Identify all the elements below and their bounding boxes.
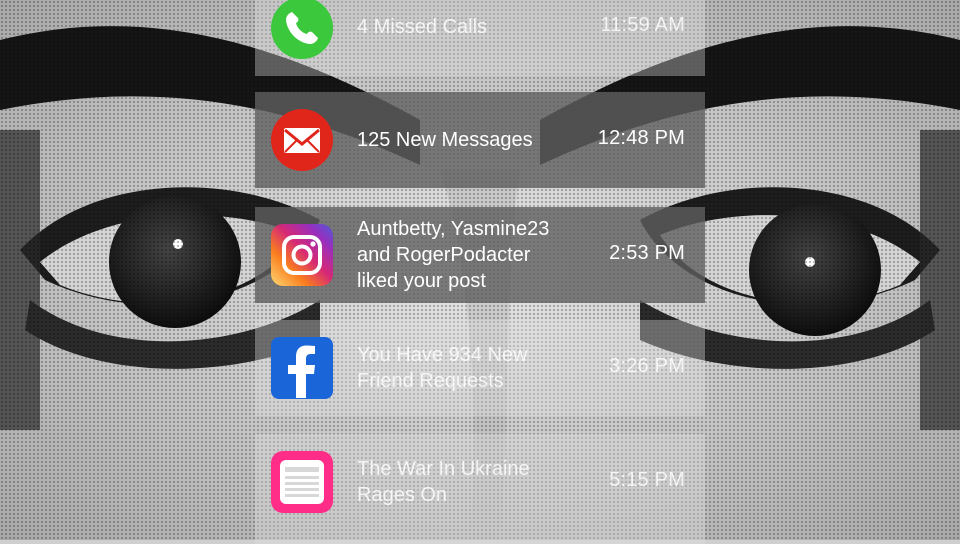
notification-message: 4 Missed Calls (357, 16, 488, 38)
notification-news[interactable]: The War In Ukraine Rages On 5:15 PM (255, 434, 705, 544)
notification-friend-requests[interactable]: You Have 934 New Friend Requests 3:26 PM (255, 320, 705, 416)
facebook-icon (270, 336, 334, 400)
news-icon (270, 450, 334, 514)
notification-instagram-likes[interactable]: Auntbetty, Yasmine23 and RogerPodacter l… (255, 207, 705, 303)
phone-icon (270, 0, 334, 60)
instagram-icon (270, 223, 334, 287)
notification-time: 2:53 PM (609, 242, 685, 264)
notification-message: You Have 934 New Friend Requests (357, 344, 528, 392)
notification-missed-calls[interactable]: 4 Missed Calls 11:59 AM (255, 0, 705, 76)
mail-icon (270, 108, 334, 172)
notification-message: 125 New Messages (357, 129, 533, 151)
notification-new-messages[interactable]: 125 New Messages 12:48 PM (255, 92, 705, 188)
notification-time: 3:26 PM (609, 355, 685, 377)
notification-time: 5:15 PM (609, 469, 685, 491)
notification-time: 12:48 PM (597, 127, 685, 149)
notification-time: 11:59 AM (600, 14, 685, 36)
notification-message: The War In Ukraine Rages On (357, 458, 530, 506)
notification-message: Auntbetty, Yasmine23 and RogerPodacter l… (357, 218, 550, 292)
